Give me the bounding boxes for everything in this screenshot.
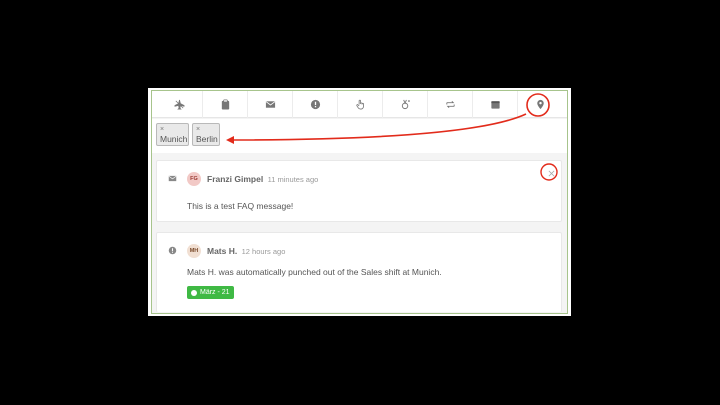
filter-swaps-button[interactable] — [427, 91, 472, 118]
location-pin-icon — [536, 99, 544, 110]
clipboard-icon — [221, 99, 229, 110]
active-filter-tags: × Munich × Berlin — [152, 119, 567, 153]
filter-tag-berlin[interactable]: × Berlin — [192, 123, 220, 146]
alert-icon — [168, 246, 177, 255]
filter-punch-button[interactable] — [337, 91, 382, 118]
date-badge[interactable]: März - 21 — [187, 286, 234, 299]
activity-panel: × Munich × Berlin FG Franzi Gimpel 11 mi… — [151, 90, 568, 314]
alert-icon — [310, 99, 320, 110]
feed-message: This is a test FAQ message! — [187, 201, 294, 211]
filter-tag-munich[interactable]: × Munich — [156, 123, 189, 146]
avatar[interactable]: MH — [187, 244, 201, 258]
app-frame: × Munich × Berlin FG Franzi Gimpel 11 mi… — [148, 88, 571, 316]
feed-item: FG Franzi Gimpel 11 minutes ago This is … — [156, 160, 562, 222]
medal-icon — [401, 99, 410, 110]
filter-tag-label: Munich — [160, 134, 188, 144]
filter-toolbar — [152, 91, 567, 118]
filter-badges-button[interactable] — [382, 91, 427, 118]
filter-messages-button[interactable] — [247, 91, 292, 118]
filter-alerts-button[interactable] — [292, 91, 337, 118]
calendar-icon — [490, 101, 500, 109]
swap-icon — [445, 100, 455, 109]
filter-tasks-button[interactable] — [202, 91, 247, 118]
filter-calendar-button[interactable] — [472, 91, 517, 118]
author-name[interactable]: Franzi Gimpel — [207, 174, 263, 184]
remove-tag-icon[interactable]: × — [160, 125, 185, 134]
hand-pointer-icon — [355, 99, 364, 110]
close-icon[interactable] — [548, 170, 555, 177]
airplane-off-icon — [174, 99, 185, 110]
timestamp: 12 hours ago — [241, 247, 286, 256]
feed-message: Mats H. was automatically punched out of… — [187, 267, 442, 277]
alert-icon — [191, 289, 197, 296]
feed-item-header: Mats H. 12 hours ago — [207, 246, 285, 256]
author-name[interactable]: Mats H. — [207, 246, 237, 256]
envelope-icon — [265, 101, 275, 108]
remove-tag-icon[interactable]: × — [196, 125, 216, 134]
avatar[interactable]: FG — [187, 172, 201, 186]
timestamp: 11 minutes ago — [267, 175, 319, 184]
filter-location-button[interactable] — [517, 91, 562, 118]
filter-absence-button[interactable] — [157, 91, 202, 118]
filter-tag-label: Berlin — [196, 134, 218, 144]
feed-item: MH Mats H. 12 hours ago Mats H. was auto… — [156, 232, 562, 312]
date-badge-label: März - 21 — [200, 289, 230, 296]
feed-item-header: Franzi Gimpel 11 minutes ago — [207, 174, 318, 184]
envelope-icon — [168, 175, 177, 182]
